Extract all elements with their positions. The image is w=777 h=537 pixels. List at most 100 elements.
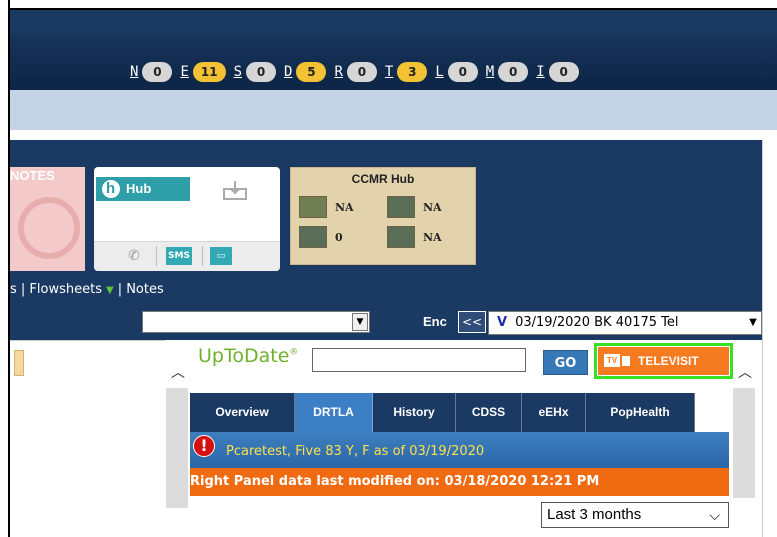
encounter-label: Enc	[423, 314, 447, 329]
counter-letter[interactable]: E	[180, 64, 188, 80]
header-upper-band	[10, 10, 777, 34]
chevron-down-icon[interactable]: ⌵	[709, 503, 720, 527]
monitor-icon[interactable]: ▭	[210, 247, 232, 265]
patient-banner: ! Pcaretest, Five 83 Y, F as of 03/19/20…	[190, 432, 729, 468]
hub-tile[interactable]: Hub ✆ SMS ▭	[94, 167, 280, 271]
go-button[interactable]: GO	[543, 350, 588, 375]
tab-eehx[interactable]: eEHx	[522, 393, 586, 432]
window-top-frame	[0, 0, 777, 10]
counter-i[interactable]: I0	[536, 62, 579, 82]
counter-letter[interactable]: S	[234, 64, 242, 80]
encounter-value: 03/19/2020 BK 40175 Tel	[515, 315, 679, 330]
camera-icon	[622, 356, 630, 366]
counter-letter[interactable]: D	[284, 64, 292, 80]
notes-label: NOTES	[10, 168, 55, 183]
tab-cdss[interactable]: CDSS	[456, 393, 522, 432]
section-links: s | Flowsheets ▼ | Notes	[10, 282, 164, 297]
counter-badge: 5	[296, 62, 327, 82]
right-scrollbar[interactable]	[733, 388, 755, 498]
ccmr-title: CCMR Hub	[351, 172, 415, 186]
counter-s[interactable]: S0	[234, 62, 277, 82]
chevron-down-icon[interactable]: ▼	[745, 312, 761, 334]
counter-letter[interactable]: T	[385, 64, 393, 80]
chevron-down-icon[interactable]: ▼	[106, 285, 114, 296]
tab-history[interactable]: History	[373, 393, 456, 432]
counter-d[interactable]: D5	[284, 62, 327, 82]
patient-summary: Pcaretest, Five 83 Y, F as of 03/19/2020	[226, 444, 485, 459]
ccmr-value: NA	[335, 200, 354, 214]
download-icon[interactable]	[222, 179, 248, 201]
counter-e[interactable]: E 11	[180, 62, 226, 82]
stairs-icon	[387, 196, 415, 218]
alert-icon[interactable]: !	[193, 435, 215, 457]
phone-icon[interactable]: ✆	[124, 247, 144, 265]
ccmr-metric[interactable]: 0	[299, 226, 343, 248]
status-counters: N0 E 11 S0 D5 R0 T3 L0 M0 I0	[130, 62, 587, 82]
counter-badge: 0	[246, 62, 277, 82]
ccmr-metric[interactable]: NA	[299, 196, 354, 218]
top-header-bar: N0 E 11 S0 D5 R0 T3 L0 M0 I0	[10, 10, 777, 90]
lock-icon	[18, 197, 80, 259]
separator	[156, 246, 157, 266]
sms-icon[interactable]: SMS	[166, 247, 192, 265]
counter-badge: 3	[397, 62, 428, 82]
ccmr-hub-tile[interactable]: CCMR Hub NA NA 0 NA	[290, 167, 476, 265]
counter-l[interactable]: L0	[435, 62, 478, 82]
left-scrollbar[interactable]	[166, 388, 188, 508]
counter-badge: 0	[498, 62, 529, 82]
hub-logo-icon	[102, 177, 120, 201]
flowsheets-link[interactable]: s | Flowsheets	[10, 282, 102, 297]
ccmr-metric[interactable]: NA	[387, 226, 442, 248]
last-modified-banner: Right Panel data last modified on: 03/18…	[190, 468, 729, 496]
hub-badge[interactable]: Hub	[96, 177, 190, 201]
date-range-select[interactable]: Last 3 months ⌵	[541, 502, 729, 528]
encounter-type: V	[497, 315, 508, 330]
televisit-button[interactable]: TV TELEVISIT	[594, 343, 733, 379]
encounter-select[interactable]: V 03/19/2020 BK 40175 Tel ▼	[488, 311, 762, 335]
ccmr-value: NA	[423, 230, 442, 244]
expand-handle-icon[interactable]	[14, 350, 24, 376]
televisit-inner: TV TELEVISIT	[598, 347, 729, 375]
separator	[202, 246, 203, 266]
ccmr-value: 0	[335, 230, 343, 244]
tab-drtla[interactable]: DRTLA	[295, 393, 373, 432]
counter-letter[interactable]: I	[536, 64, 544, 80]
counter-m[interactable]: M0	[486, 62, 529, 82]
counter-n[interactable]: N0	[130, 62, 173, 82]
counter-letter[interactable]: N	[130, 64, 138, 80]
previous-encounter-button[interactable]: <<	[458, 311, 486, 333]
panel-tabs: Overview DRTLA History CDSS eEHx PopHeal…	[190, 393, 733, 432]
counter-letter[interactable]: L	[435, 64, 443, 80]
counter-badge: 0	[142, 62, 173, 82]
toolbar-band	[10, 90, 777, 130]
person-icon	[299, 196, 327, 218]
window-left-frame	[0, 0, 10, 537]
hand-icon	[299, 226, 327, 248]
divider	[10, 130, 777, 134]
uptodate-search-input[interactable]	[312, 348, 526, 372]
tab-overview[interactable]: Overview	[190, 393, 295, 432]
uptodate-logo[interactable]: UpToDate®	[198, 345, 298, 367]
ccmr-value: NA	[423, 200, 442, 214]
notes-tile[interactable]: NOTES	[10, 167, 85, 271]
counter-letter[interactable]: R	[334, 64, 342, 80]
counter-badge: 0	[346, 62, 377, 82]
counter-badge: 0	[548, 62, 579, 82]
tab-pophealth[interactable]: PopHealth	[586, 393, 695, 432]
chevron-down-icon[interactable]: ▼	[352, 313, 368, 331]
uptodate-brand: UpToDate	[198, 345, 290, 367]
notes-link[interactable]: | Notes	[118, 282, 164, 297]
counter-t[interactable]: T3	[385, 62, 428, 82]
date-range-value: Last 3 months	[547, 506, 642, 523]
collapse-up-icon[interactable]: ︿	[171, 362, 185, 382]
ccmr-metric[interactable]: NA	[387, 196, 442, 218]
left-content-area	[10, 340, 165, 537]
counter-letter[interactable]: M	[486, 64, 494, 80]
hub-label: Hub	[126, 181, 152, 196]
collapse-up-icon[interactable]: ︿	[738, 362, 752, 382]
counter-r[interactable]: R0	[334, 62, 377, 82]
tv-icon: TV	[604, 354, 620, 367]
dollar-icon	[387, 226, 415, 248]
side-scroll-strip	[762, 140, 777, 537]
filter-select[interactable]: ▼	[142, 311, 370, 333]
